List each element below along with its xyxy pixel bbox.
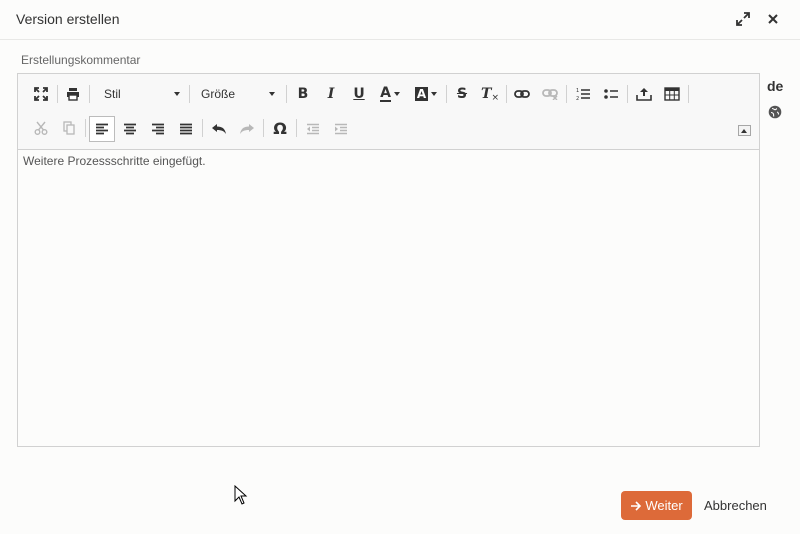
undo-icon[interactable] xyxy=(207,117,231,141)
arrow-right-icon xyxy=(631,500,642,511)
collapse-toolbar-icon[interactable] xyxy=(738,125,751,136)
size-dropdown-label: Größe xyxy=(201,87,236,101)
copy-icon[interactable] xyxy=(57,116,81,140)
language-code: de xyxy=(767,78,784,94)
underline-button[interactable]: U xyxy=(347,82,371,106)
dialog-titlebar: Version erstellen xyxy=(0,0,800,40)
cancel-button[interactable]: Abbrechen xyxy=(701,491,770,520)
remove-format-button[interactable]: T × xyxy=(478,82,502,106)
svg-text:1: 1 xyxy=(576,88,579,94)
bold-button[interactable]: B xyxy=(291,82,315,106)
rich-text-editor: Stil Größe B I U A A S T × 1 2 Ω Weitere… xyxy=(17,73,760,447)
numbered-list-icon[interactable]: 12 xyxy=(571,82,595,106)
justify-icon[interactable] xyxy=(174,117,198,141)
bg-color-label: A xyxy=(414,87,429,101)
maximize-icon[interactable] xyxy=(734,10,752,28)
indent-icon[interactable] xyxy=(329,117,353,141)
unlink-icon[interactable] xyxy=(538,82,562,106)
toolbar-separator xyxy=(506,85,507,103)
toolbar-separator xyxy=(85,119,86,137)
continue-button-label: Weiter xyxy=(645,498,683,513)
svg-text:2: 2 xyxy=(576,96,579,101)
special-char-button[interactable]: Ω xyxy=(268,116,292,140)
globe-icon[interactable] xyxy=(768,105,782,119)
table-icon[interactable] xyxy=(660,82,684,106)
toolbar-separator xyxy=(688,85,689,103)
dialog-title: Version erstellen xyxy=(16,11,120,27)
toolbar-separator xyxy=(189,85,190,103)
toolbar-separator xyxy=(566,85,567,103)
toolbar-separator xyxy=(202,119,203,137)
link-icon[interactable] xyxy=(510,82,534,106)
bg-color-button[interactable]: A xyxy=(411,82,441,106)
toolbar-separator xyxy=(446,85,447,103)
remove-format-x-icon: × xyxy=(491,93,499,103)
print-icon[interactable] xyxy=(61,82,85,106)
redo-icon[interactable] xyxy=(235,117,259,141)
toolbar-separator xyxy=(57,85,58,103)
align-center-icon[interactable] xyxy=(118,117,142,141)
text-color-label: A xyxy=(380,84,391,102)
mouse-cursor-icon xyxy=(234,485,248,505)
text-color-button[interactable]: A xyxy=(375,82,405,106)
toolbar-separator xyxy=(263,119,264,137)
bulleted-list-icon[interactable] xyxy=(599,82,623,106)
align-right-icon[interactable] xyxy=(146,117,170,141)
field-label: Erstellungskommentar xyxy=(21,53,141,67)
continue-button[interactable]: Weiter xyxy=(621,491,692,520)
chevron-down-icon xyxy=(393,92,400,96)
align-left-icon[interactable] xyxy=(89,116,115,142)
chevron-down-icon xyxy=(269,92,275,96)
close-icon[interactable] xyxy=(764,10,782,28)
toolbar-separator xyxy=(627,85,628,103)
upload-icon[interactable] xyxy=(632,82,656,106)
cut-icon[interactable] xyxy=(29,116,53,140)
toolbar-separator xyxy=(286,85,287,103)
outdent-icon[interactable] xyxy=(301,117,325,141)
size-dropdown[interactable]: Größe xyxy=(197,82,281,106)
toolbar-separator xyxy=(296,119,297,137)
chevron-down-icon xyxy=(431,92,438,96)
maximize-editor-icon[interactable] xyxy=(29,82,53,106)
italic-button[interactable]: I xyxy=(319,82,343,106)
strikethrough-button[interactable]: S xyxy=(450,82,474,106)
style-dropdown[interactable]: Stil xyxy=(100,82,186,106)
style-dropdown-label: Stil xyxy=(104,87,121,101)
chevron-down-icon xyxy=(174,92,180,96)
editor-toolbar: Stil Größe B I U A A S T × 1 2 Ω xyxy=(18,74,759,150)
editor-content[interactable]: Weitere Prozessschritte eingefügt. xyxy=(23,154,206,168)
toolbar-separator xyxy=(89,85,90,103)
remove-format-label: T xyxy=(481,86,492,102)
